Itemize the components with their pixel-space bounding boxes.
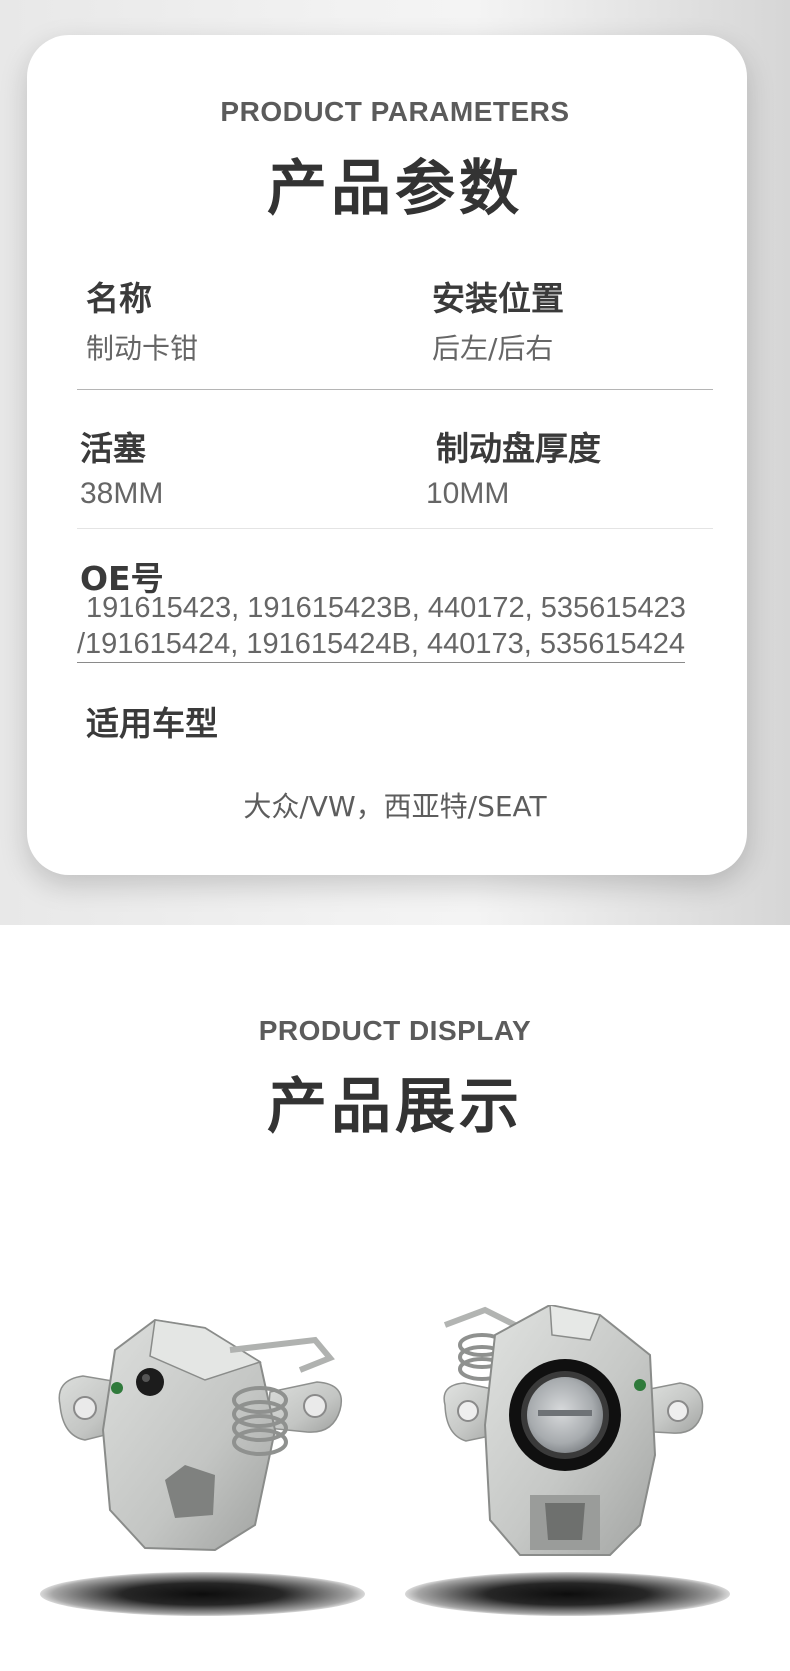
position-label: 安装位置 bbox=[432, 279, 564, 318]
parameters-title: 产品参数 bbox=[267, 154, 523, 224]
product-shadow bbox=[405, 1572, 730, 1616]
disc-thickness-label: 制动盘厚度 bbox=[436, 429, 601, 468]
piston-value: 38MM bbox=[80, 477, 164, 510]
name-value: 制动卡钳 bbox=[86, 332, 199, 365]
divider bbox=[77, 528, 713, 529]
position-value: 后左/后右 bbox=[432, 332, 554, 365]
product-shadow bbox=[40, 1572, 365, 1616]
brake-caliper-left-image bbox=[58, 1318, 342, 1552]
parameters-eyebrow: PRODUCT PARAMETERS bbox=[220, 96, 570, 127]
vehicle-label: 适用车型 bbox=[86, 704, 218, 743]
brake-caliper-right-image bbox=[443, 1305, 704, 1556]
vehicle-value: 大众/VW，西亚特/SEAT bbox=[243, 790, 547, 823]
piston-label: 活塞 bbox=[80, 429, 146, 468]
name-label: 名称 bbox=[86, 279, 152, 318]
display-title: 产品展示 bbox=[267, 1072, 523, 1142]
disc-thickness-value: 10MM bbox=[426, 477, 510, 510]
oe-numbers-line-1: 191615423, 191615423B, 440172, 535615423 bbox=[86, 592, 686, 624]
oe-numbers-line-2: /191615424, 191615424B, 440173, 53561542… bbox=[77, 628, 685, 663]
display-eyebrow: PRODUCT DISPLAY bbox=[258, 1015, 532, 1046]
divider bbox=[77, 389, 713, 390]
